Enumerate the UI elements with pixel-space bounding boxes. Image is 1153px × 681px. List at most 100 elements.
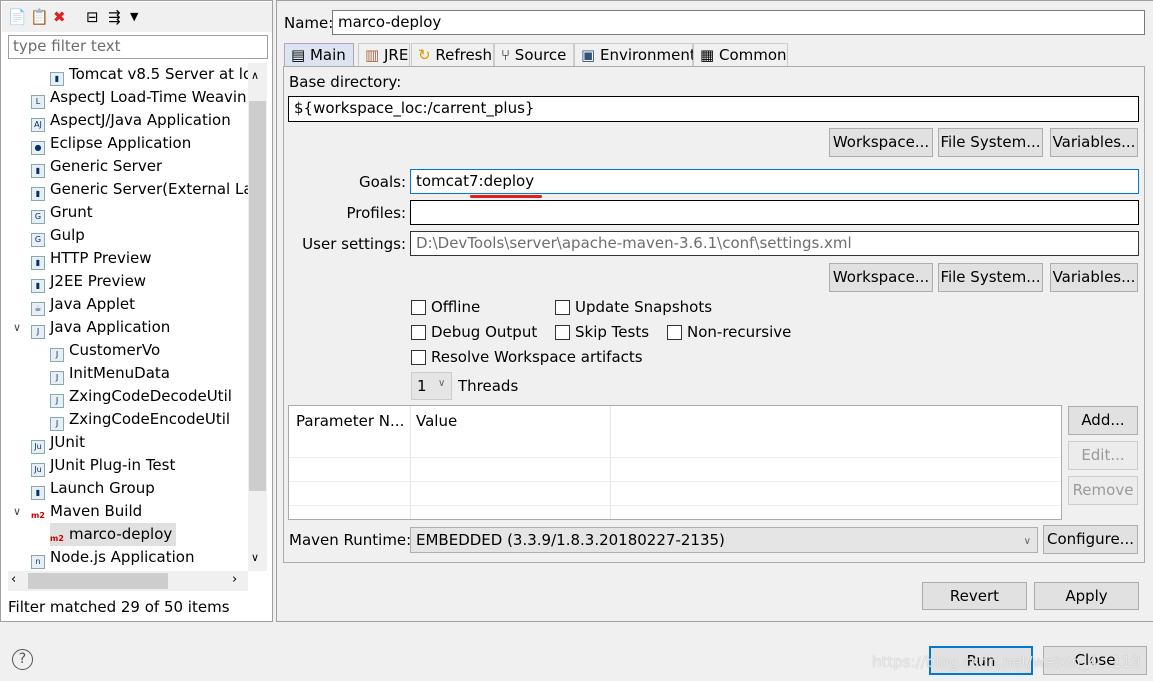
- scroll-down-icon[interactable]: ∨: [251, 551, 259, 564]
- tree-item[interactable]: Ju JUnit: [31, 431, 85, 454]
- file-system-button[interactable]: File System...: [938, 128, 1043, 157]
- tree-item[interactable]: ▮ Launch Group: [31, 477, 155, 500]
- hscroll-thumb[interactable]: [28, 573, 168, 589]
- launch-config-tree-panel: 📄 📋 ✖ ⊟ ⇶ ▼ type filter text ▮ Tomcat v8.…: [0, 0, 273, 622]
- tree-item-label: J2EE Preview: [50, 272, 147, 290]
- expand-chevron-icon[interactable]: ∨: [13, 505, 21, 518]
- tree-item-label: JUnit: [50, 433, 85, 451]
- maven-runtime-label: Maven Runtime:: [289, 531, 412, 549]
- tab-jre[interactable]: ▥ JRE: [358, 43, 410, 66]
- remove-button[interactable]: Remove: [1068, 476, 1138, 505]
- offline-checkbox[interactable]: [411, 300, 426, 315]
- tree-item[interactable]: G Grunt: [31, 201, 93, 224]
- tab-common[interactable]: ▦ Common: [693, 43, 788, 66]
- tab-main[interactable]: ▤ Main: [284, 43, 354, 66]
- goals-label: Goals:: [358, 173, 406, 191]
- settings-workspace-button[interactable]: Workspace...: [829, 263, 933, 292]
- tree-item-label: ZxingCodeEncodeUtil: [69, 410, 231, 428]
- workspace-button[interactable]: Workspace...: [829, 128, 933, 157]
- filter-icon[interactable]: ⇶: [108, 8, 121, 26]
- scroll-right-icon[interactable]: ›: [232, 572, 237, 587]
- tree-item-label: Node.js Application: [50, 548, 195, 566]
- tree-item-label: Java Application: [50, 318, 171, 336]
- tree-item[interactable]: L AspectJ Load-Time Weavin: [31, 86, 247, 109]
- tree-item-label: Tomcat v8.5 Server at lo: [69, 65, 248, 83]
- horizontal-scrollbar[interactable]: ‹ ›: [8, 571, 248, 591]
- tab-environment[interactable]: ▣ Environment: [574, 43, 696, 66]
- vertical-scrollbar[interactable]: ∧ ∨: [248, 63, 267, 571]
- add-button[interactable]: Add...: [1068, 406, 1138, 435]
- tree-item-label: Grunt: [50, 203, 93, 221]
- tree-item-label: HTTP Preview: [50, 249, 152, 267]
- tree-item[interactable]: Ju JUnit Plug-in Test: [31, 454, 175, 477]
- configure-button[interactable]: Configure...: [1043, 525, 1138, 554]
- scroll-left-icon[interactable]: ‹: [11, 572, 16, 587]
- profiles-input[interactable]: [410, 200, 1139, 225]
- scroll-up-icon[interactable]: ∧: [251, 69, 259, 82]
- main-tab-icon: ▤: [291, 46, 310, 64]
- nodejs-icon: n: [31, 555, 45, 569]
- help-icon[interactable]: ?: [12, 649, 33, 670]
- tree-item[interactable]: m2 marco-deploy: [50, 523, 177, 546]
- delete-icon[interactable]: ✖: [53, 8, 66, 26]
- tree-item[interactable]: J CustomerVo: [50, 339, 160, 362]
- new-config-icon[interactable]: 📄: [8, 8, 27, 26]
- maven-runtime-select[interactable]: EMBEDDED (3.3.9/1.8.3.20180227-2135) ∨: [410, 527, 1038, 553]
- param-value-header[interactable]: Value: [416, 411, 457, 431]
- variables-button[interactable]: Variables...: [1050, 128, 1138, 157]
- param-name-header[interactable]: Parameter N...: [296, 411, 404, 431]
- source-icon: ⑂: [501, 46, 511, 64]
- tree-item[interactable]: J ZxingCodeEncodeUtil: [50, 408, 230, 431]
- tree-item[interactable]: ▮ J2EE Preview: [31, 270, 146, 293]
- tree-item[interactable]: AJ AspectJ/Java Application: [31, 109, 231, 132]
- tree-item[interactable]: ▮ Generic Server: [31, 155, 162, 178]
- debug-output-checkbox[interactable]: [411, 325, 426, 340]
- tree-item-label: Java Applet: [50, 295, 136, 313]
- debug-output-label: Debug Output: [431, 323, 538, 341]
- scroll-thumb[interactable]: [249, 101, 266, 491]
- filter-input[interactable]: type filter text: [8, 35, 268, 59]
- edit-button[interactable]: Edit...: [1068, 441, 1138, 470]
- tree-item[interactable]: J Java Application: [31, 316, 170, 339]
- offline-label: Offline: [431, 298, 481, 316]
- tree-item[interactable]: ▮ Generic Server(External Lau: [31, 178, 248, 201]
- tab-source[interactable]: ⑂ Source: [494, 43, 574, 66]
- java-app-icon: J: [31, 325, 45, 339]
- base-directory-input[interactable]: ${workspace_loc:/carrent_plus}: [288, 96, 1139, 122]
- settings-variables-button[interactable]: Variables...: [1050, 263, 1138, 292]
- tree-item[interactable]: m2 Maven Build: [31, 500, 142, 523]
- jre-icon: ▥: [365, 46, 380, 64]
- tab-refresh[interactable]: ↻ Refresh: [411, 43, 494, 66]
- settings-file-system-button[interactable]: File System...: [938, 263, 1043, 292]
- tree-item[interactable]: G Gulp: [31, 224, 85, 247]
- apply-button[interactable]: Apply: [1034, 582, 1139, 610]
- threads-select[interactable]: 1 ∨: [411, 372, 452, 400]
- tree-item-label: InitMenuData: [69, 364, 170, 382]
- view-menu-icon[interactable]: ▼: [130, 8, 138, 26]
- duplicate-icon[interactable]: 📋: [30, 8, 49, 26]
- goals-input[interactable]: tomcat7:deploy: [410, 169, 1139, 194]
- tree-item[interactable]: ● Eclipse Application: [31, 132, 191, 155]
- name-label: Name:: [284, 14, 334, 32]
- collapse-all-icon[interactable]: ⊟: [86, 8, 99, 26]
- tree-item[interactable]: ☕ Java Applet: [31, 293, 135, 316]
- parameters-table[interactable]: Parameter N... Value: [288, 405, 1062, 520]
- tree-item[interactable]: n Node.js Application: [31, 546, 194, 569]
- resolve-workspace-checkbox[interactable]: [411, 350, 426, 365]
- skip-tests-checkbox[interactable]: [555, 325, 570, 340]
- revert-button[interactable]: Revert: [922, 582, 1027, 610]
- chevron-down-icon: ∨: [438, 378, 446, 389]
- tree-item-label: ZxingCodeDecodeUtil: [69, 387, 232, 405]
- update-snapshots-checkbox[interactable]: [555, 300, 570, 315]
- grunt-icon: G: [31, 210, 45, 224]
- tree-item[interactable]: J ZxingCodeDecodeUtil: [50, 385, 232, 408]
- non-recursive-checkbox[interactable]: [667, 325, 682, 340]
- tree-item[interactable]: ▮ HTTP Preview: [31, 247, 152, 270]
- tree-item[interactable]: J InitMenuData: [50, 362, 170, 385]
- expand-chevron-icon[interactable]: ∨: [13, 321, 21, 334]
- user-settings-input[interactable]: D:\DevTools\server\apache-maven-3.6.1\co…: [410, 231, 1139, 256]
- name-input[interactable]: marco-deploy: [332, 10, 1145, 35]
- tree-toolbar: 📄 📋 ✖ ⊟ ⇶ ▼: [2, 2, 272, 32]
- tree-item[interactable]: ▮ Tomcat v8.5 Server at lo: [50, 63, 248, 86]
- environment-icon: ▣: [581, 46, 596, 64]
